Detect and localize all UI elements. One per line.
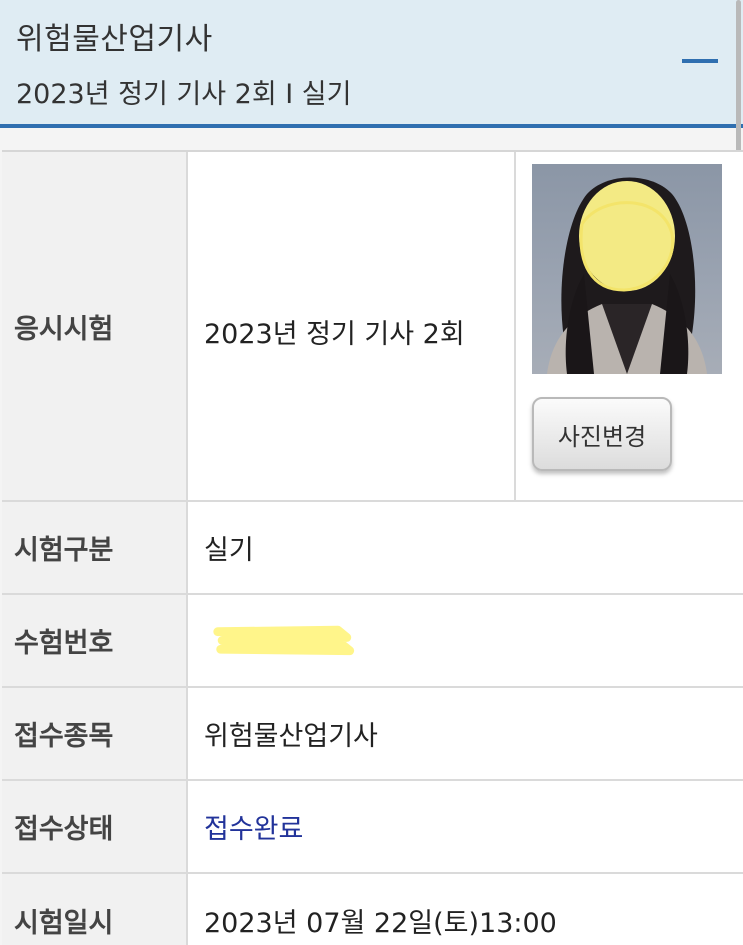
applicant-photo [532,164,722,374]
status-link[interactable]: 접수완료 [188,781,743,872]
row-label: 수험번호 [2,595,188,686]
exam-title: 위험물산업기사 [16,22,213,57]
exam-info-table: 응시시험 2023년 정기 기사 2회 사진변경 시험구분 실기 수험번호 접수… [2,150,743,945]
row-value: 위험물산업기사 [204,721,378,752]
row-value [188,595,743,686]
table-row: 수험번호 [2,595,743,688]
table-row: 시험일시 2023년 07월 22일(토)13:00 [2,874,743,945]
row-label: 응시시험 [2,152,188,500]
row-label: 접수상태 [2,781,188,872]
table-row: 응시시험 2023년 정기 기사 2회 사진변경 [2,152,743,502]
exam-subtitle: 2023년 정기 기사 2회 I 실기 [16,79,352,110]
row-label: 접수종목 [2,688,188,779]
change-photo-button[interactable]: 사진변경 [532,397,672,471]
table-row: 접수종목 위험물산업기사 [2,688,743,781]
photo-image [547,177,707,374]
collapse-icon[interactable] [682,56,718,66]
exam-header: 위험물산업기사 2023년 정기 기사 2회 I 실기 [0,0,743,128]
row-value: 2023년 07월 22일(토)13:00 [204,908,557,939]
row-value: 실기 [204,535,254,566]
row-label: 시험일시 [2,874,188,945]
row-value: 2023년 정기 기사 2회 [204,319,465,350]
table-row: 접수상태 접수완료 [2,781,743,874]
redaction-mark [213,625,355,656]
table-row: 시험구분 실기 [2,502,743,595]
photo-cell: 사진변경 [514,152,743,500]
row-label: 시험구분 [2,502,188,593]
